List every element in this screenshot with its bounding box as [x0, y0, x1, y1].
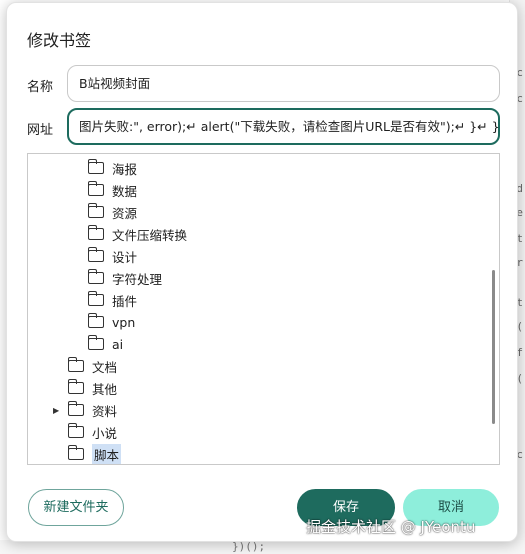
- name-input[interactable]: B站视频封面: [67, 65, 500, 102]
- folder-icon: [67, 379, 84, 394]
- folder-label: 资料: [92, 403, 118, 419]
- folder-item[interactable]: 海报: [87, 157, 138, 179]
- folder-label: ai: [112, 336, 124, 352]
- folder-label: 字符处理: [112, 271, 163, 287]
- folder-item[interactable]: ai: [87, 333, 124, 355]
- folder-icon: [87, 291, 104, 306]
- folder-item-selected[interactable]: 脚本: [67, 443, 122, 464]
- watermark-text: 掘金技术社区 @ JYeontu: [306, 518, 476, 536]
- folder-item[interactable]: vpn: [87, 311, 136, 333]
- expand-arrow-icon[interactable]: ▶: [53, 406, 59, 415]
- folder-item[interactable]: 文件压缩转换: [87, 223, 188, 245]
- folder-item[interactable]: 小说: [67, 421, 118, 443]
- folder-tree[interactable]: 海报 数据 资源 文件压缩转换 设计 字符处理 插件 vpn ai 文档 其他 …: [27, 153, 500, 465]
- folder-icon: [67, 445, 84, 460]
- folder-label: 小说: [92, 425, 118, 441]
- folder-icon: [67, 423, 84, 438]
- folder-label: 海报: [112, 161, 138, 177]
- folder-label: 数据: [112, 183, 138, 199]
- folder-icon: [87, 203, 104, 218]
- folder-label: 插件: [112, 293, 138, 309]
- edit-bookmark-dialog: 修改书签 名称 B站视频封面 网址 图片失败:", error);↵ alert…: [6, 2, 518, 542]
- name-label: 名称: [27, 80, 54, 95]
- url-input[interactable]: 图片失败:", error);↵ alert("下载失败，请检查图片URL是否有…: [67, 108, 500, 145]
- folder-icon: [87, 269, 104, 284]
- folder-label: 资源: [112, 205, 138, 221]
- folder-label: 脚本: [92, 443, 122, 464]
- url-label: 网址: [27, 123, 54, 138]
- folder-item[interactable]: 数据: [87, 179, 138, 201]
- folder-item[interactable]: 字符处理: [87, 267, 163, 289]
- folder-icon: [87, 181, 104, 196]
- folder-item[interactable]: 文档: [67, 355, 118, 377]
- folder-icon: [67, 357, 84, 372]
- folder-icon: [87, 159, 104, 174]
- folder-icon: [87, 247, 104, 262]
- folder-label: 设计: [112, 249, 138, 265]
- folder-icon: [87, 313, 104, 328]
- folder-item[interactable]: 资料: [67, 399, 118, 421]
- folder-item[interactable]: 其他: [67, 377, 118, 399]
- folder-label: 文件压缩转换: [112, 227, 188, 243]
- folder-icon: [87, 225, 104, 240]
- folder-label: 文档: [92, 359, 118, 375]
- folder-icon: [87, 335, 104, 350]
- folder-item[interactable]: 设计: [87, 245, 138, 267]
- folder-label: 其他: [92, 381, 118, 397]
- folder-item[interactable]: 插件: [87, 289, 138, 311]
- folder-item[interactable]: 资源: [87, 201, 138, 223]
- dialog-title: 修改书签: [27, 31, 92, 50]
- folder-icon: [67, 401, 84, 416]
- tree-scrollbar[interactable]: [492, 270, 495, 424]
- new-folder-button[interactable]: 新建文件夹: [28, 489, 124, 526]
- folder-label: vpn: [112, 314, 136, 330]
